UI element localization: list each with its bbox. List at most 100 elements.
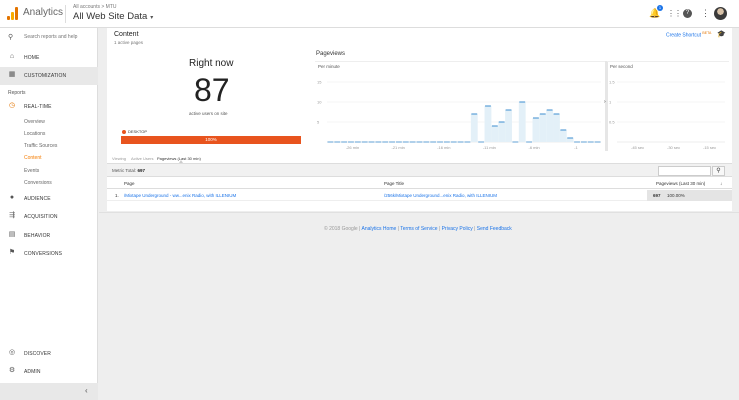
caret-down-icon: ▾ [150, 15, 154, 21]
per-minute-chart: 15 10 5 -26 min -21 min -16 min -11 min -6 min -… [315, 61, 605, 151]
more-options-icon[interactable]: ⋮ [700, 8, 711, 19]
row-page-link[interactable]: /Mixtape Underground - ww...enix Radio, … [124, 193, 236, 198]
y-tick-label: 1.5 [609, 80, 615, 85]
device-legend: DESKTOP [122, 129, 147, 134]
sidebar-item-home[interactable]: ⌂ HOME [0, 49, 98, 67]
brand-name[interactable]: Analytics [23, 7, 63, 18]
sidebar-subitem-traffic-sources[interactable]: Traffic Sources [24, 143, 57, 149]
home-icon: ⌂ [9, 53, 15, 60]
active-users-label: active users on site [189, 111, 228, 116]
sidebar-item-label: AUDIENCE [24, 196, 51, 202]
sidebar-item-audience[interactable]: ● AUDIENCE [0, 190, 98, 208]
chevron-right-icon: › [604, 99, 606, 105]
bar-area [539, 114, 547, 142]
page-title: Content [114, 31, 139, 38]
metric-total-value: 697 [137, 168, 145, 173]
footer-link-feedback[interactable]: Send Feedback [477, 226, 512, 232]
bar-area [484, 106, 492, 142]
sidebar: ⚲ ⌂ HOME ▦ CUSTOMIZATION Reports ◷ REAL-… [0, 28, 98, 400]
y-tick-label: 10 [317, 100, 322, 105]
bar-area [546, 110, 554, 142]
sidebar-item-label: HOME [24, 55, 40, 61]
tab-active-users[interactable]: Active Users [131, 156, 153, 161]
avatar[interactable] [714, 7, 727, 20]
table-header: Page Page Title Pageviews (Last 30 min) … [107, 178, 732, 189]
per-second-chart: 1.5 1 0.5 -45 sec -30 sec -15 sec Per second [607, 61, 729, 151]
metrics-bar: Metric Total: 697 ⚲ [107, 163, 732, 177]
row-page-title-link[interactable]: /256k/Mixtape Underground...enix Radio, … [384, 193, 497, 198]
sidebar-item-label: CONVERSIONS [24, 251, 63, 257]
sidebar-item-discover[interactable]: ◎ DISCOVER [0, 345, 98, 363]
sidebar-subitem-locations[interactable]: Locations [24, 131, 45, 137]
footer-link-analytics-home[interactable]: Analytics Home [362, 226, 397, 232]
property-name: All Web Site Data [73, 11, 148, 22]
apps-grid-icon[interactable]: ⋮⋮ [667, 8, 682, 19]
sidebar-item-label: DISCOVER [24, 351, 51, 357]
sidebar-subitem-conversions[interactable]: Conversions [24, 180, 52, 186]
chevron-left-icon: ‹ [85, 386, 88, 395]
top-bar: Analytics All accounts > MTU All Web Sit… [0, 0, 739, 28]
help-icon[interactable]: ? [683, 9, 692, 18]
col-page-title[interactable]: Page Title [384, 181, 404, 186]
notifications-bell-icon[interactable]: 🔔 1 [649, 5, 663, 19]
analytics-logo-icon[interactable] [7, 7, 19, 20]
col-page[interactable]: Page [124, 181, 135, 186]
collapse-sidebar-button[interactable]: ‹ [0, 383, 98, 400]
metric-total-label: Metric Total: [112, 168, 137, 173]
table-row: 1. /Mixtape Underground - ww...enix Radi… [107, 190, 732, 201]
tab-viewing[interactable]: Viewing [112, 156, 126, 161]
sidebar-item-label: CUSTOMIZATION [24, 73, 67, 79]
y-tick-label: 1 [609, 100, 612, 105]
bar-area [553, 114, 560, 142]
x-tick-label: -45 sec [631, 145, 644, 150]
sidebar-item-acquisition[interactable]: ⇶ ACQUISITION [0, 208, 98, 226]
breadcrumb[interactable]: All accounts > MTU [73, 4, 117, 10]
search-icon: ⚲ [8, 34, 14, 41]
sidebar-item-behavior[interactable]: ▤ BEHAVIOR [0, 227, 98, 245]
page-subtitle: 1 active pages [114, 40, 144, 45]
notification-badge: 1 [657, 5, 663, 11]
device-share-bar: 100% [121, 136, 301, 144]
property-selector[interactable]: All Web Site Data ▾ [73, 11, 153, 22]
x-tick-label: -26 min [346, 145, 359, 150]
row-percent: 100.00% [667, 193, 685, 198]
sidebar-subitem-overview[interactable]: Overview [24, 119, 45, 125]
x-tick-label: -30 sec [667, 145, 680, 150]
x-tick-label: -16 min [437, 145, 450, 150]
sidebar-search[interactable]: ⚲ [0, 28, 98, 46]
y-tick-label: 0.5 [609, 120, 615, 125]
active-users-count: 87 [194, 72, 230, 108]
create-shortcut-link[interactable]: Create Shortcut BETA [666, 31, 711, 39]
academy-cap-icon[interactable]: 🎓 [717, 30, 726, 38]
sidebar-item-admin[interactable]: ⚙ ADMIN [0, 363, 98, 381]
sidebar-subitem-events[interactable]: Events [24, 168, 39, 174]
sort-down-icon[interactable]: ↓ [720, 181, 722, 186]
x-tick-label: -21 min [392, 145, 405, 150]
sidebar-item-customization[interactable]: ▦ CUSTOMIZATION [0, 67, 98, 85]
row-pageviews: 697 [653, 193, 661, 198]
y-tick-label: 5 [317, 120, 320, 125]
table-search-button[interactable]: ⚲ [712, 166, 725, 176]
sidebar-item-realtime[interactable]: ◷ REAL-TIME [0, 98, 98, 116]
per-minute-label: Per minute [318, 64, 340, 69]
per-second-label: Per second [610, 64, 633, 69]
behavior-icon: ▤ [8, 231, 16, 238]
sidebar-item-conversions[interactable]: ⚑ CONVERSIONS [0, 245, 98, 263]
header-divider [65, 5, 66, 23]
footer-link-terms[interactable]: Terms of Service [400, 226, 437, 232]
beta-badge: BETA [702, 31, 712, 35]
bar-area [566, 138, 574, 142]
col-pageviews[interactable]: Pageviews (Last 30 min) [656, 181, 705, 186]
footer-link-privacy[interactable]: Privacy Policy [442, 226, 473, 232]
device-label: DESKTOP [128, 129, 148, 134]
clock-icon: ◷ [8, 102, 16, 109]
sidebar-subitem-content[interactable]: Content [24, 155, 42, 161]
bar-area [470, 114, 478, 142]
footer-text: © 2018 Google | Analytics Home | Terms o… [324, 226, 512, 232]
search-input[interactable] [24, 34, 94, 40]
per-minute-chart-svg: 15 10 5 -26 min -21 min -16 min -11 min -6 min -… [317, 80, 601, 150]
table-search-input[interactable] [658, 166, 711, 176]
person-icon: ● [9, 194, 15, 201]
flag-icon: ⚑ [8, 249, 16, 256]
bar-area [491, 126, 499, 142]
